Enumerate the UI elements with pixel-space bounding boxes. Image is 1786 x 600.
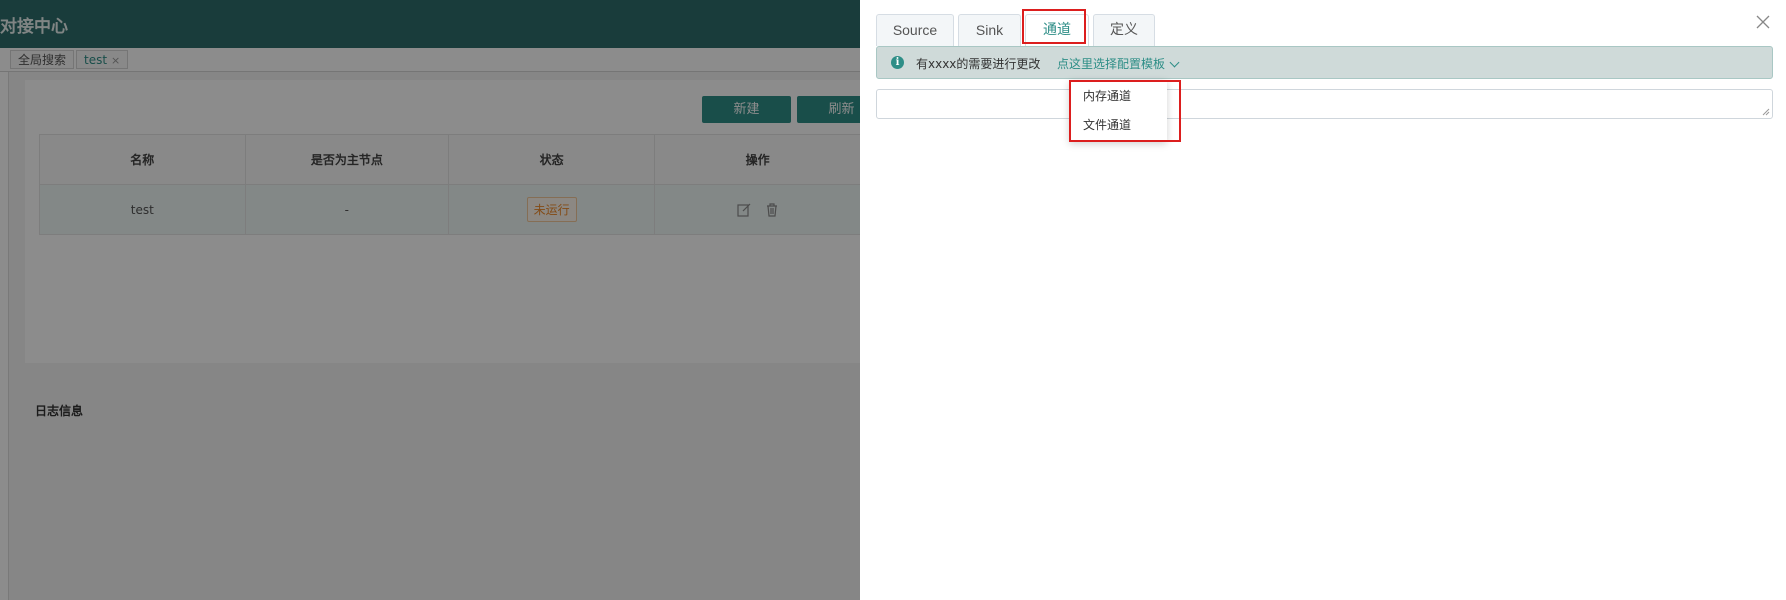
resize-handle-icon[interactable]: [1762, 108, 1770, 116]
alert-text: 有xxxx的需要进行更改: [916, 57, 1041, 71]
info-alert: i 有xxxx的需要进行更改 点这里选择配置模板: [876, 46, 1773, 79]
template-select-link[interactable]: 点这里选择配置模板: [1057, 55, 1180, 72]
config-drawer: Source Sink 通道 定义 i 有xxxx的需要进行更改 点这里选择配置…: [860, 0, 1786, 600]
tab-sink[interactable]: Sink: [958, 14, 1021, 46]
modal-overlay[interactable]: [0, 0, 860, 600]
close-icon[interactable]: [1755, 14, 1771, 30]
highlight-box-dropdown: [1069, 80, 1181, 142]
info-icon: i: [891, 56, 904, 69]
tab-source[interactable]: Source: [876, 14, 954, 46]
tab-definition[interactable]: 定义: [1093, 14, 1155, 46]
chevron-down-icon: [1169, 57, 1180, 68]
config-textarea[interactable]: [876, 89, 1773, 119]
template-select-label: 点这里选择配置模板: [1057, 57, 1166, 71]
highlight-box-tab: [1022, 9, 1086, 44]
